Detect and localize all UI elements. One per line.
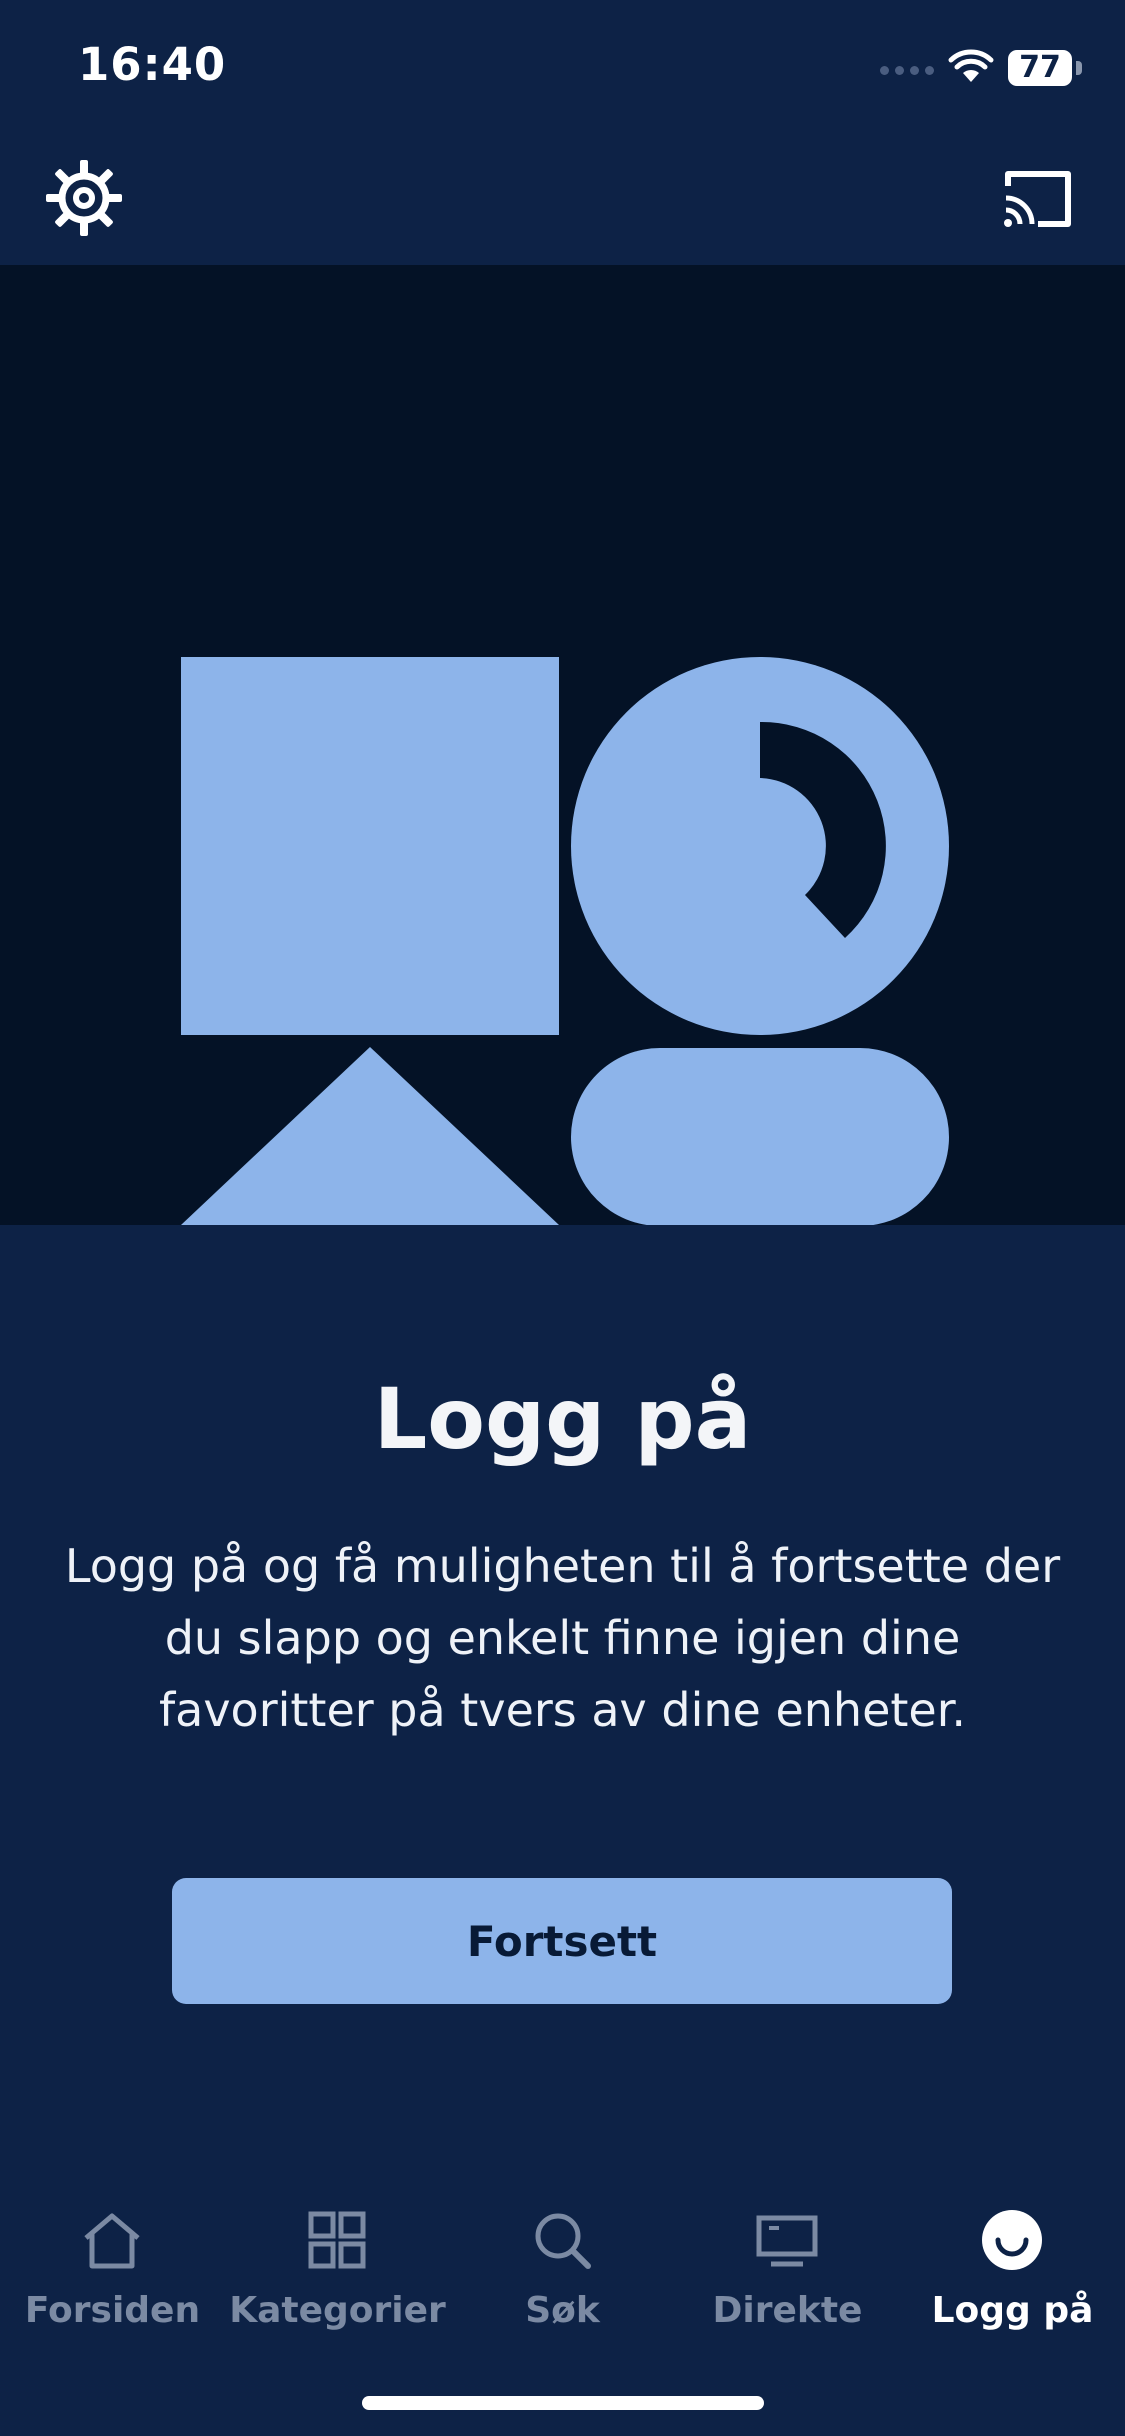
gear-icon[interactable] [44, 158, 124, 238]
tv-icon [756, 2215, 818, 2267]
page-description: Logg på og få muligheten til å fortsette… [64, 1539, 1061, 1737]
tab-logg-pa[interactable]: Logg på [900, 2190, 1125, 2350]
tab-kategorier[interactable]: Kategorier [225, 2190, 450, 2350]
tab-label: Direkte [712, 2290, 863, 2331]
tab-bar: Forsiden Kategorier Søk Direkte Logg på [0, 2190, 1125, 2350]
search-icon [535, 2213, 591, 2269]
status-time: 16:40 [78, 38, 227, 91]
grid-icon [308, 2211, 366, 2269]
continue-button[interactable]: Fortsett [172, 1878, 952, 2004]
cast-icon[interactable] [1002, 168, 1074, 230]
home-icon [84, 2213, 140, 2269]
home-indicator [362, 2396, 764, 2410]
status-bar: 16:40 77 [0, 0, 1125, 135]
tab-label: Søk [525, 2290, 600, 2331]
battery-indicator: 77 [1008, 50, 1072, 86]
tab-forsiden[interactable]: Forsiden [0, 2190, 225, 2350]
battery-tip [1076, 61, 1082, 75]
hero-shapes [181, 657, 949, 1225]
tab-label: Kategorier [229, 2290, 446, 2331]
tab-label: Logg på [931, 2290, 1094, 2331]
user-smile-icon [982, 2210, 1042, 2270]
page-title: Logg på [373, 1370, 752, 1468]
hero-illustration [0, 265, 1125, 1225]
tab-label: Forsiden [24, 2290, 201, 2331]
tab-sok[interactable]: Søk [450, 2190, 675, 2350]
tab-direkte[interactable]: Direkte [675, 2190, 900, 2350]
cellular-signal-icon [880, 66, 934, 75]
wifi-icon [948, 49, 994, 82]
